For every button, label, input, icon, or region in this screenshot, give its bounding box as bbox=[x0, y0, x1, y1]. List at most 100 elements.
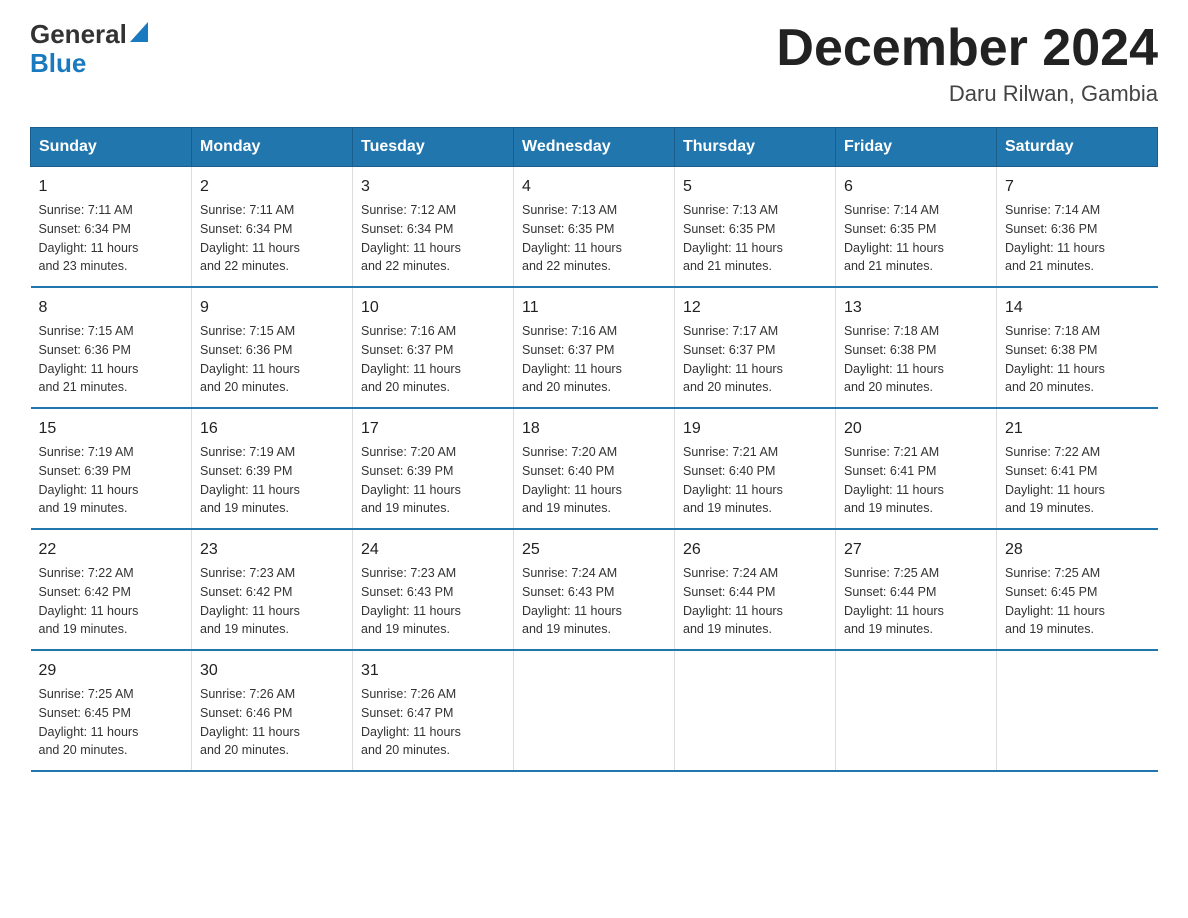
day-info: Sunrise: 7:21 AM Sunset: 6:41 PM Dayligh… bbox=[844, 443, 988, 518]
day-number: 22 bbox=[39, 538, 184, 562]
header-wednesday: Wednesday bbox=[514, 128, 675, 167]
calendar-cell: 14Sunrise: 7:18 AM Sunset: 6:38 PM Dayli… bbox=[997, 287, 1158, 408]
day-number: 28 bbox=[1005, 538, 1150, 562]
main-title: December 2024 bbox=[776, 20, 1158, 77]
day-info: Sunrise: 7:22 AM Sunset: 6:42 PM Dayligh… bbox=[39, 564, 184, 639]
calendar-cell: 13Sunrise: 7:18 AM Sunset: 6:38 PM Dayli… bbox=[836, 287, 997, 408]
calendar-cell: 24Sunrise: 7:23 AM Sunset: 6:43 PM Dayli… bbox=[353, 529, 514, 650]
day-info: Sunrise: 7:25 AM Sunset: 6:45 PM Dayligh… bbox=[39, 685, 184, 760]
day-number: 18 bbox=[522, 417, 666, 441]
day-info: Sunrise: 7:17 AM Sunset: 6:37 PM Dayligh… bbox=[683, 322, 827, 397]
day-number: 23 bbox=[200, 538, 344, 562]
week-row-5: 29Sunrise: 7:25 AM Sunset: 6:45 PM Dayli… bbox=[31, 650, 1158, 771]
day-info: Sunrise: 7:26 AM Sunset: 6:47 PM Dayligh… bbox=[361, 685, 505, 760]
day-info: Sunrise: 7:15 AM Sunset: 6:36 PM Dayligh… bbox=[39, 322, 184, 397]
page-header: General Blue December 2024 Daru Rilwan, … bbox=[30, 20, 1158, 107]
day-info: Sunrise: 7:11 AM Sunset: 6:34 PM Dayligh… bbox=[200, 201, 344, 276]
day-number: 29 bbox=[39, 659, 184, 683]
day-number: 30 bbox=[200, 659, 344, 683]
subtitle: Daru Rilwan, Gambia bbox=[776, 81, 1158, 107]
calendar-cell bbox=[997, 650, 1158, 771]
calendar-cell: 6Sunrise: 7:14 AM Sunset: 6:35 PM Daylig… bbox=[836, 167, 997, 288]
calendar-cell bbox=[836, 650, 997, 771]
day-number: 13 bbox=[844, 296, 988, 320]
day-number: 6 bbox=[844, 175, 988, 199]
calendar-cell: 1Sunrise: 7:11 AM Sunset: 6:34 PM Daylig… bbox=[31, 167, 192, 288]
calendar-cell: 4Sunrise: 7:13 AM Sunset: 6:35 PM Daylig… bbox=[514, 167, 675, 288]
week-row-1: 1Sunrise: 7:11 AM Sunset: 6:34 PM Daylig… bbox=[31, 167, 1158, 288]
calendar-cell: 21Sunrise: 7:22 AM Sunset: 6:41 PM Dayli… bbox=[997, 408, 1158, 529]
calendar-cell: 18Sunrise: 7:20 AM Sunset: 6:40 PM Dayli… bbox=[514, 408, 675, 529]
day-info: Sunrise: 7:25 AM Sunset: 6:45 PM Dayligh… bbox=[1005, 564, 1150, 639]
calendar-cell: 15Sunrise: 7:19 AM Sunset: 6:39 PM Dayli… bbox=[31, 408, 192, 529]
day-number: 25 bbox=[522, 538, 666, 562]
day-number: 24 bbox=[361, 538, 505, 562]
day-info: Sunrise: 7:23 AM Sunset: 6:43 PM Dayligh… bbox=[361, 564, 505, 639]
day-info: Sunrise: 7:15 AM Sunset: 6:36 PM Dayligh… bbox=[200, 322, 344, 397]
header-monday: Monday bbox=[192, 128, 353, 167]
day-number: 31 bbox=[361, 659, 505, 683]
calendar-cell: 31Sunrise: 7:26 AM Sunset: 6:47 PM Dayli… bbox=[353, 650, 514, 771]
calendar-cell: 9Sunrise: 7:15 AM Sunset: 6:36 PM Daylig… bbox=[192, 287, 353, 408]
day-info: Sunrise: 7:19 AM Sunset: 6:39 PM Dayligh… bbox=[200, 443, 344, 518]
day-number: 15 bbox=[39, 417, 184, 441]
calendar-cell bbox=[675, 650, 836, 771]
day-info: Sunrise: 7:20 AM Sunset: 6:39 PM Dayligh… bbox=[361, 443, 505, 518]
day-info: Sunrise: 7:14 AM Sunset: 6:36 PM Dayligh… bbox=[1005, 201, 1150, 276]
day-info: Sunrise: 7:16 AM Sunset: 6:37 PM Dayligh… bbox=[361, 322, 505, 397]
day-info: Sunrise: 7:12 AM Sunset: 6:34 PM Dayligh… bbox=[361, 201, 505, 276]
calendar-cell: 26Sunrise: 7:24 AM Sunset: 6:44 PM Dayli… bbox=[675, 529, 836, 650]
calendar-header-row: SundayMondayTuesdayWednesdayThursdayFrid… bbox=[31, 128, 1158, 167]
calendar-cell: 30Sunrise: 7:26 AM Sunset: 6:46 PM Dayli… bbox=[192, 650, 353, 771]
calendar-cell: 23Sunrise: 7:23 AM Sunset: 6:42 PM Dayli… bbox=[192, 529, 353, 650]
day-number: 4 bbox=[522, 175, 666, 199]
day-info: Sunrise: 7:25 AM Sunset: 6:44 PM Dayligh… bbox=[844, 564, 988, 639]
header-saturday: Saturday bbox=[997, 128, 1158, 167]
week-row-2: 8Sunrise: 7:15 AM Sunset: 6:36 PM Daylig… bbox=[31, 287, 1158, 408]
title-area: December 2024 Daru Rilwan, Gambia bbox=[776, 20, 1158, 107]
week-row-4: 22Sunrise: 7:22 AM Sunset: 6:42 PM Dayli… bbox=[31, 529, 1158, 650]
day-info: Sunrise: 7:24 AM Sunset: 6:43 PM Dayligh… bbox=[522, 564, 666, 639]
calendar-cell: 16Sunrise: 7:19 AM Sunset: 6:39 PM Dayli… bbox=[192, 408, 353, 529]
day-number: 27 bbox=[844, 538, 988, 562]
calendar-cell: 25Sunrise: 7:24 AM Sunset: 6:43 PM Dayli… bbox=[514, 529, 675, 650]
day-info: Sunrise: 7:18 AM Sunset: 6:38 PM Dayligh… bbox=[844, 322, 988, 397]
day-number: 20 bbox=[844, 417, 988, 441]
day-info: Sunrise: 7:22 AM Sunset: 6:41 PM Dayligh… bbox=[1005, 443, 1150, 518]
day-number: 17 bbox=[361, 417, 505, 441]
calendar-cell: 11Sunrise: 7:16 AM Sunset: 6:37 PM Dayli… bbox=[514, 287, 675, 408]
header-thursday: Thursday bbox=[675, 128, 836, 167]
day-info: Sunrise: 7:20 AM Sunset: 6:40 PM Dayligh… bbox=[522, 443, 666, 518]
header-tuesday: Tuesday bbox=[353, 128, 514, 167]
week-row-3: 15Sunrise: 7:19 AM Sunset: 6:39 PM Dayli… bbox=[31, 408, 1158, 529]
day-info: Sunrise: 7:18 AM Sunset: 6:38 PM Dayligh… bbox=[1005, 322, 1150, 397]
calendar-cell: 8Sunrise: 7:15 AM Sunset: 6:36 PM Daylig… bbox=[31, 287, 192, 408]
calendar-cell: 19Sunrise: 7:21 AM Sunset: 6:40 PM Dayli… bbox=[675, 408, 836, 529]
logo-text-blue: Blue bbox=[30, 49, 86, 78]
day-info: Sunrise: 7:14 AM Sunset: 6:35 PM Dayligh… bbox=[844, 201, 988, 276]
header-friday: Friday bbox=[836, 128, 997, 167]
calendar-cell: 20Sunrise: 7:21 AM Sunset: 6:41 PM Dayli… bbox=[836, 408, 997, 529]
day-info: Sunrise: 7:13 AM Sunset: 6:35 PM Dayligh… bbox=[522, 201, 666, 276]
calendar-cell: 28Sunrise: 7:25 AM Sunset: 6:45 PM Dayli… bbox=[997, 529, 1158, 650]
day-number: 5 bbox=[683, 175, 827, 199]
day-info: Sunrise: 7:11 AM Sunset: 6:34 PM Dayligh… bbox=[39, 201, 184, 276]
calendar-cell: 10Sunrise: 7:16 AM Sunset: 6:37 PM Dayli… bbox=[353, 287, 514, 408]
day-info: Sunrise: 7:19 AM Sunset: 6:39 PM Dayligh… bbox=[39, 443, 184, 518]
day-number: 1 bbox=[39, 175, 184, 199]
day-info: Sunrise: 7:21 AM Sunset: 6:40 PM Dayligh… bbox=[683, 443, 827, 518]
day-info: Sunrise: 7:26 AM Sunset: 6:46 PM Dayligh… bbox=[200, 685, 344, 760]
day-number: 3 bbox=[361, 175, 505, 199]
calendar-cell: 2Sunrise: 7:11 AM Sunset: 6:34 PM Daylig… bbox=[192, 167, 353, 288]
day-number: 2 bbox=[200, 175, 344, 199]
logo-text-general: General bbox=[30, 20, 127, 49]
day-info: Sunrise: 7:13 AM Sunset: 6:35 PM Dayligh… bbox=[683, 201, 827, 276]
day-number: 19 bbox=[683, 417, 827, 441]
day-info: Sunrise: 7:24 AM Sunset: 6:44 PM Dayligh… bbox=[683, 564, 827, 639]
day-number: 7 bbox=[1005, 175, 1150, 199]
day-number: 12 bbox=[683, 296, 827, 320]
calendar-cell: 29Sunrise: 7:25 AM Sunset: 6:45 PM Dayli… bbox=[31, 650, 192, 771]
calendar-cell: 22Sunrise: 7:22 AM Sunset: 6:42 PM Dayli… bbox=[31, 529, 192, 650]
day-info: Sunrise: 7:23 AM Sunset: 6:42 PM Dayligh… bbox=[200, 564, 344, 639]
calendar-cell: 17Sunrise: 7:20 AM Sunset: 6:39 PM Dayli… bbox=[353, 408, 514, 529]
